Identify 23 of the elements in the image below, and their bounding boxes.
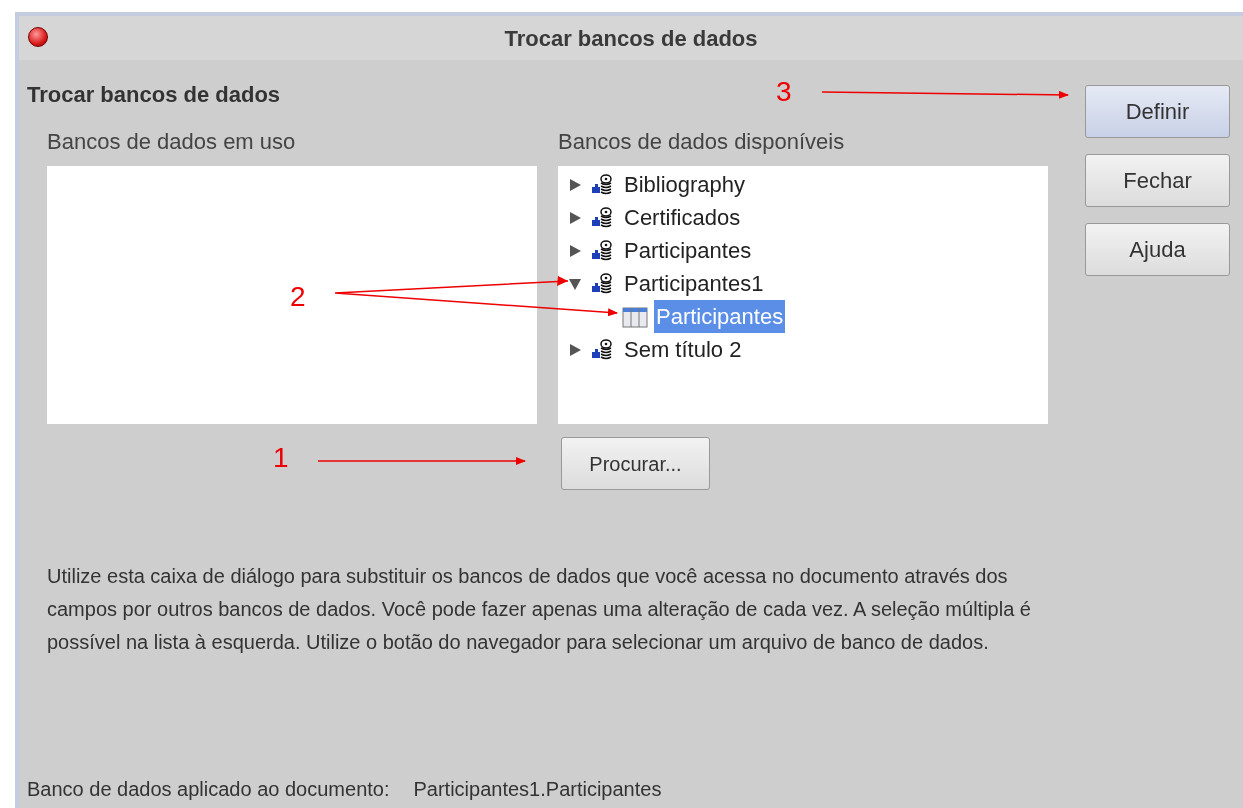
list-label: Bancos de dados disponíveis [558,128,845,156]
tree-item[interactable]: Certificados [622,201,743,234]
browse-button[interactable]: Procurar... [561,437,710,490]
status-value: Participantes1.Participantes [413,777,662,802]
tree-item[interactable]: Sem título 2 [622,333,744,366]
list-label: Bancos de dados em uso [47,128,296,156]
window-title: Trocar bancos de dados [504,24,758,53]
description-text: Utilize esta caixa de diálogo para substituir os bancos de dados que você acessa no documento através dos campos por outros bancos de dados. Você pode fazer apenas uma alteração de cada vez. A seleção múltipla é possível na lista à esquerda. Utilize o botão do navegador para selecionar um arquivo de banco de dados. [46,564,1032,655]
annotation-number: 2 [290,283,306,311]
annotation-number: 1 [273,444,289,472]
dialog-button[interactable]: Fechar [1085,154,1230,207]
annotation-number: 3 [776,78,792,106]
close-button[interactable] [28,27,48,47]
status-label: Banco de dados aplicado ao documento: [27,777,390,802]
expander-icon[interactable] [568,276,584,291]
tree-item[interactable]: Participantes1 [622,267,766,300]
table-icon [622,305,648,328]
dialog-button[interactable]: Definir [1085,85,1230,138]
available-databases-tree[interactable]: Bibliography Certificados Participantes Participantes1 Participantes Sem título 2 [558,166,1048,424]
tree-item[interactable]: Participantes [622,234,754,267]
section-heading: Trocar bancos de dados [27,81,281,109]
tree-item[interactable]: Bibliography [622,168,748,201]
dialog-button[interactable]: Ajuda [1085,223,1230,276]
